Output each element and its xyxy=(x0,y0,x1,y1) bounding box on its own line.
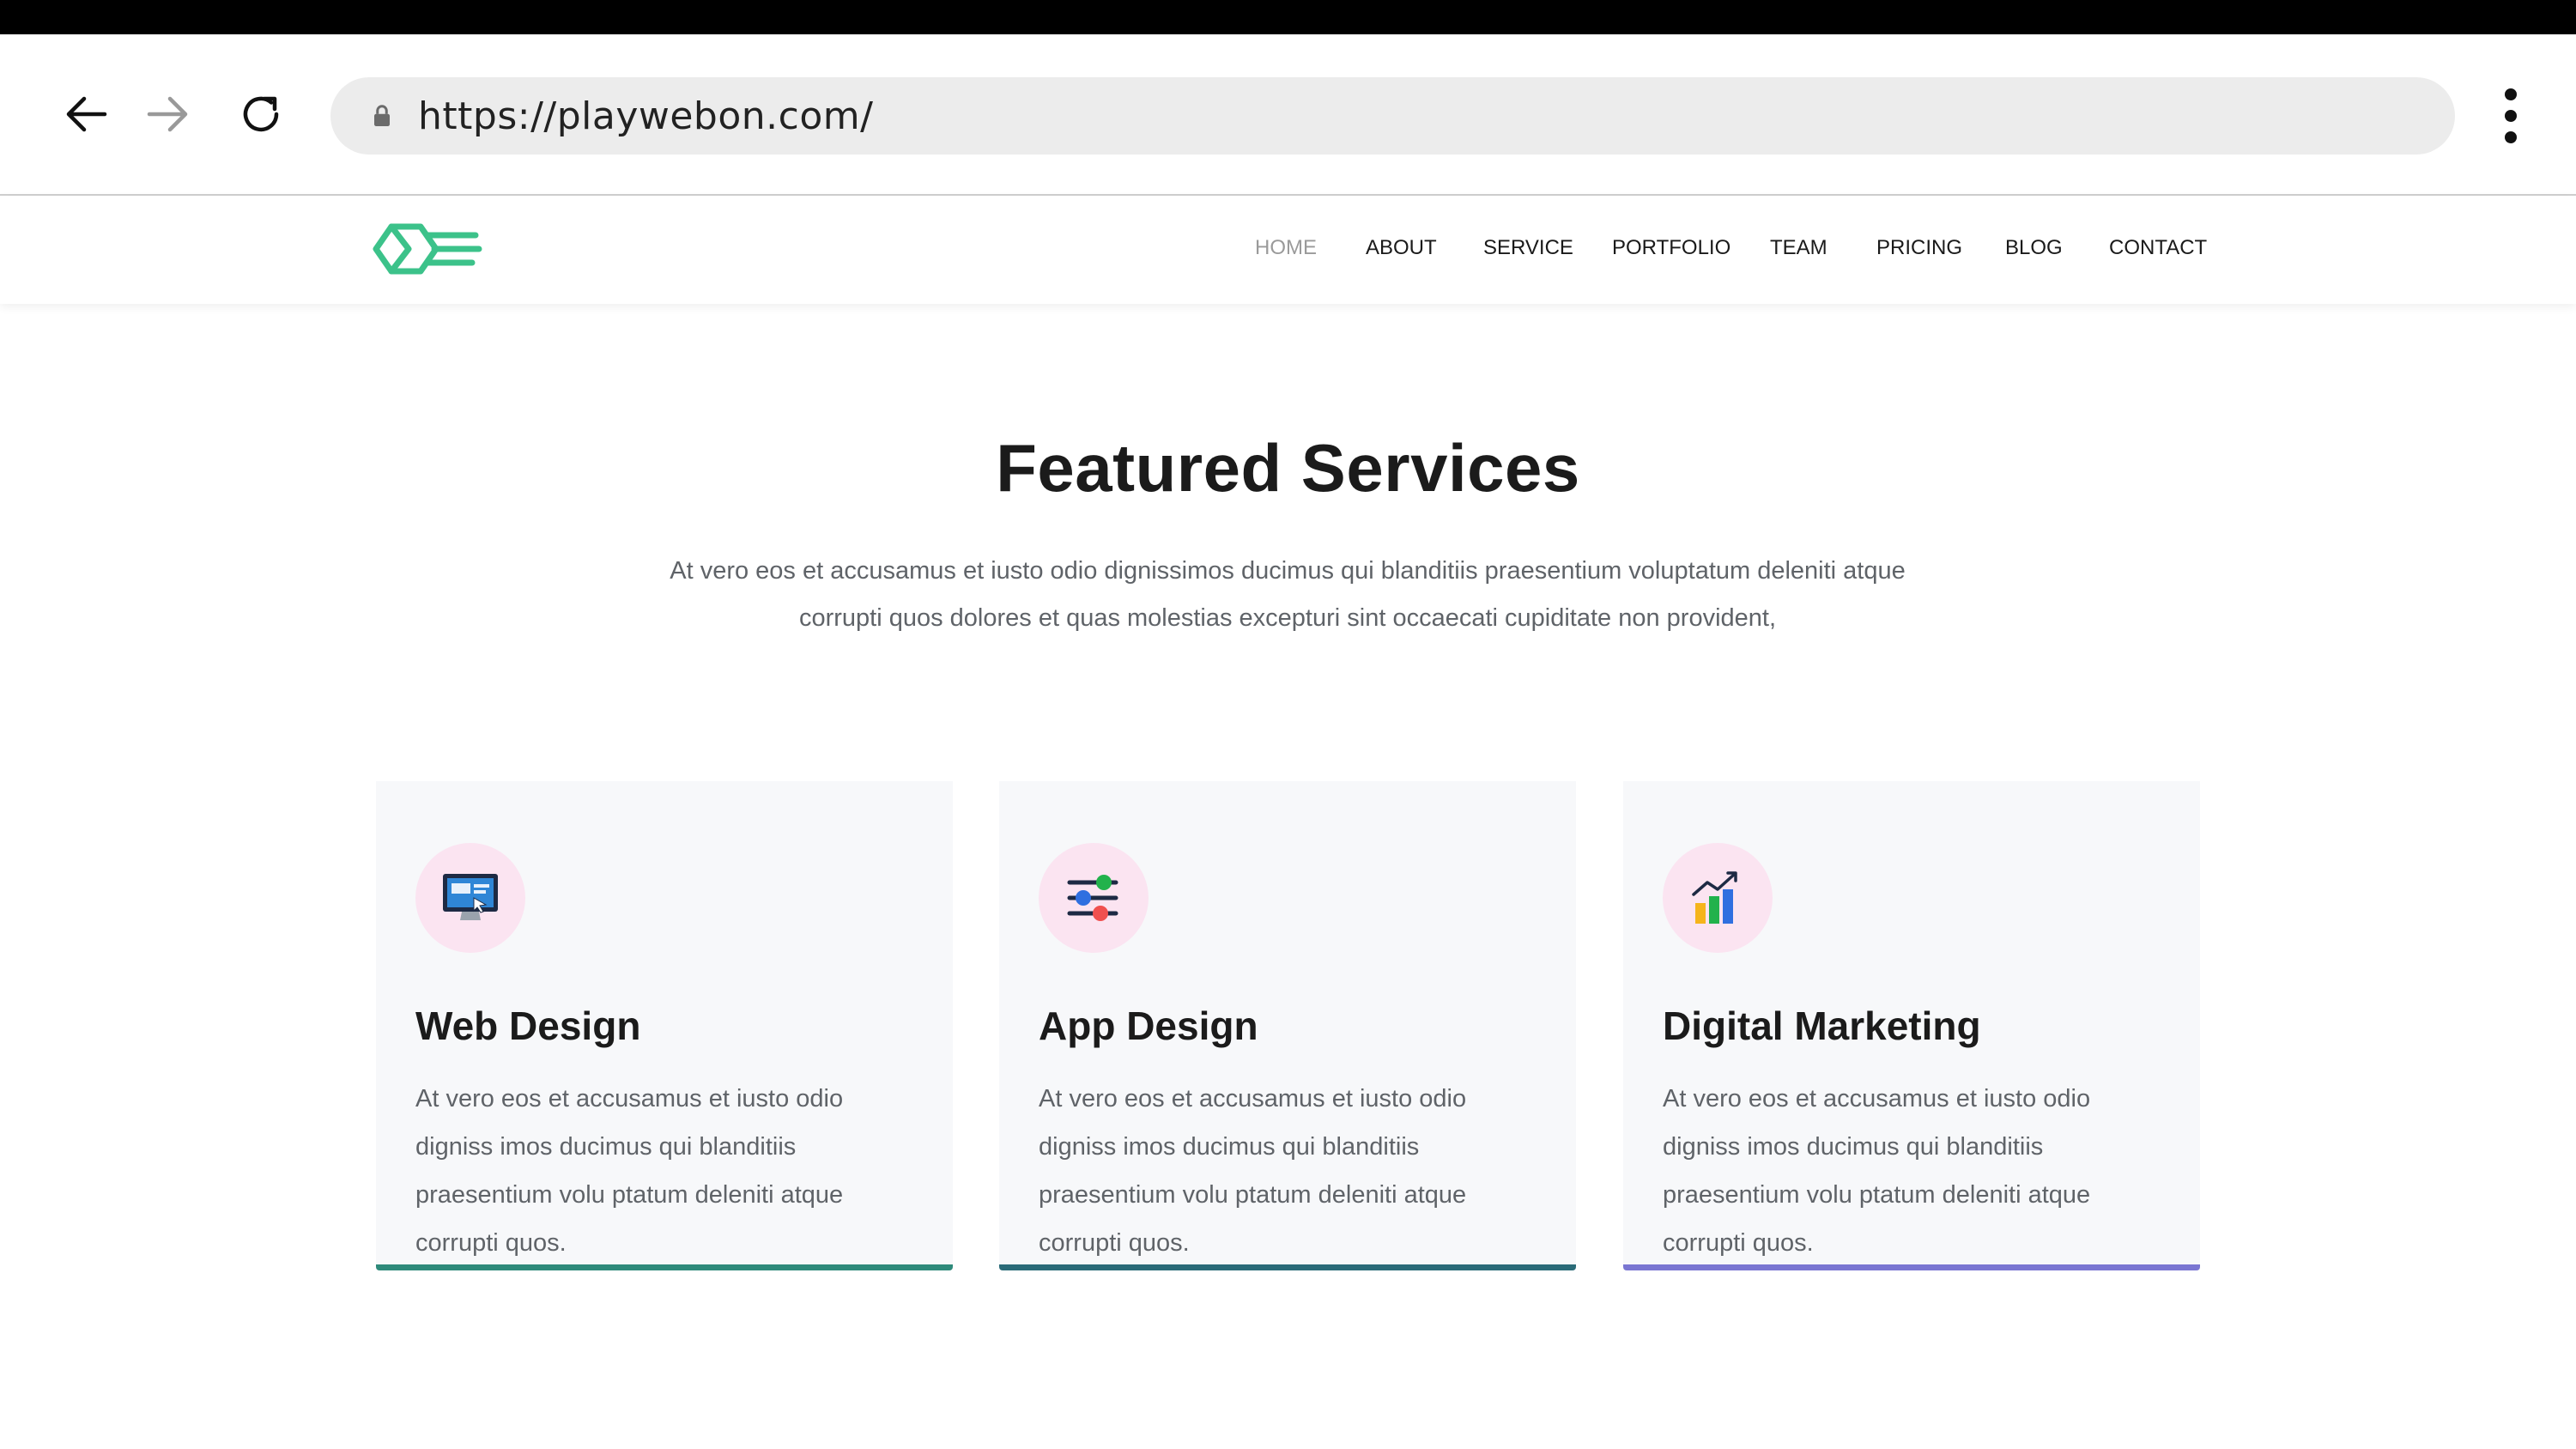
service-card-web-design[interactable]: Web Design At vero eos et accusamus et i… xyxy=(376,781,953,1270)
url-text[interactable]: https://playwebon.com/ xyxy=(418,94,873,138)
monitor-icon xyxy=(415,843,525,953)
card-accent-bar xyxy=(1623,1264,2200,1270)
reload-button[interactable] xyxy=(222,76,300,153)
nav-item-home[interactable]: HOME xyxy=(1255,236,1317,260)
reload-icon xyxy=(243,96,279,132)
menu-dot-icon xyxy=(2505,110,2517,122)
section-title: Featured Services xyxy=(996,430,1580,506)
nav-item-blog[interactable]: BLOG xyxy=(2005,236,2063,260)
card-accent-bar xyxy=(999,1264,1576,1270)
card-text: At vero eos et accusamus et iusto odio d… xyxy=(1039,1085,1467,1257)
card-accent-bar xyxy=(376,1264,953,1270)
service-card-app-design[interactable]: App Design At vero eos et accusamus et i… xyxy=(999,781,1576,1270)
arrow-right-icon xyxy=(147,96,188,132)
sliders-icon xyxy=(1039,843,1149,953)
menu-dot-icon xyxy=(2505,131,2517,143)
nav-item-service[interactable]: SERVICE xyxy=(1483,236,1573,260)
back-button[interactable] xyxy=(47,76,124,153)
card-title: Digital Marketing xyxy=(1663,1003,1981,1048)
bar-chart-icon xyxy=(1663,843,1773,953)
nav-item-pricing[interactable]: PRICING xyxy=(1876,236,1962,260)
nav-item-about[interactable]: ABOUT xyxy=(1366,236,1437,260)
site-header: HOME ABOUT SERVICE PORTFOLIO TEAM PRICIN… xyxy=(0,196,2576,304)
nav-item-team[interactable]: TEAM xyxy=(1770,236,1827,260)
nav-item-contact[interactable]: CONTACT xyxy=(2109,236,2207,260)
menu-dot-icon xyxy=(2505,88,2517,100)
site-logo[interactable] xyxy=(371,215,482,283)
browser-toolbar: https://playwebon.com/ xyxy=(0,34,2576,196)
lock-icon xyxy=(365,99,399,133)
arrow-left-icon xyxy=(66,96,107,132)
status-bar xyxy=(0,0,2576,34)
section-description: At vero eos et accusamus et iusto odio d… xyxy=(670,557,1906,632)
browser-menu-button[interactable] xyxy=(2481,82,2541,150)
forward-button[interactable] xyxy=(130,76,207,153)
card-title: App Design xyxy=(1039,1003,1258,1048)
card-text: At vero eos et accusamus et iusto odio d… xyxy=(415,1085,844,1257)
logo-icon xyxy=(373,223,482,275)
service-card-digital-marketing[interactable]: Digital Marketing At vero eos et accusam… xyxy=(1623,781,2200,1270)
card-text: At vero eos et accusamus et iusto odio d… xyxy=(1663,1085,2091,1257)
card-title: Web Design xyxy=(415,1003,641,1048)
address-bar[interactable]: https://playwebon.com/ xyxy=(330,77,2455,155)
nav-item-portfolio[interactable]: PORTFOLIO xyxy=(1612,236,1730,260)
